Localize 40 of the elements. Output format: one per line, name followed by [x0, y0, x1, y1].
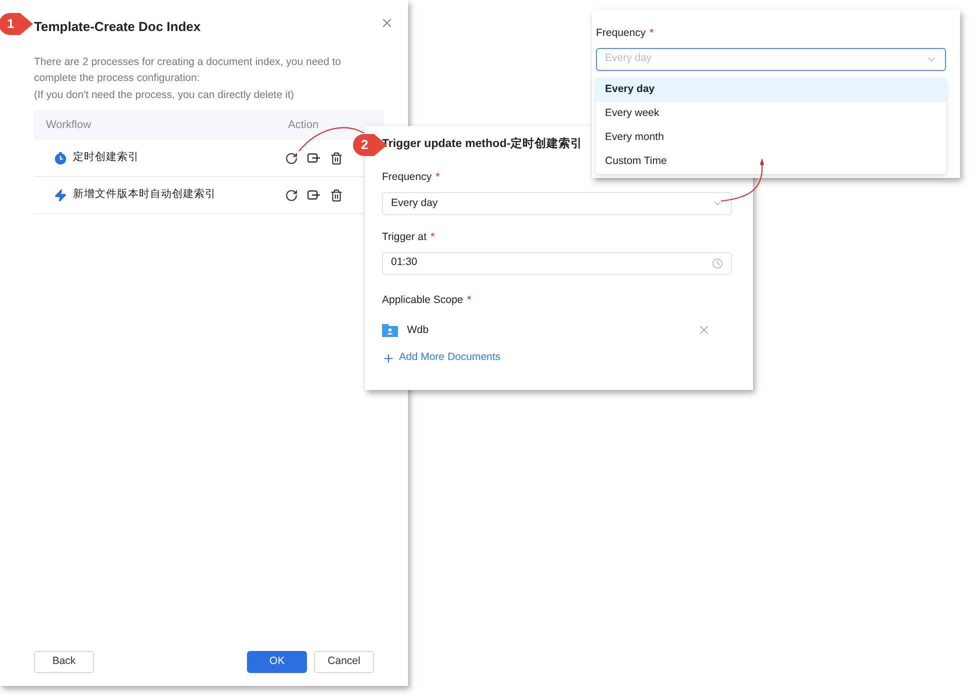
lightning-icon — [54, 188, 67, 202]
column-header: Action — [288, 118, 319, 133]
secondary-button[interactable]: Cancel — [314, 651, 374, 673]
field-label: Frequency — [382, 170, 432, 186]
menu-option[interactable]: Every month — [596, 126, 946, 150]
connector-arrow — [720, 158, 764, 202]
field-label: Frequency — [596, 26, 646, 41]
field-label: Trigger at — [382, 230, 427, 245]
description-text: There are 2 processes for creating a document index, you need to complete the process configuration: — [34, 54, 342, 86]
required-mark: * — [436, 170, 440, 186]
plus-icon — [382, 352, 395, 365]
clock-icon — [54, 152, 67, 164]
time-field[interactable]: 01:30 — [382, 252, 732, 275]
edit-box-icon[interactable] — [307, 189, 321, 201]
workflow-name: 定时创建索引 — [73, 150, 140, 166]
secondary-button[interactable]: Back — [34, 651, 94, 673]
document-name: Wdb — [407, 322, 430, 338]
refresh-icon[interactable] — [285, 188, 298, 202]
add-documents-link[interactable]: Add More Documents — [382, 350, 501, 366]
ok-button[interactable]: OK — [247, 651, 307, 673]
dialog-title: Template-Create Doc Index — [34, 18, 201, 36]
menu-option[interactable]: Custom Time — [596, 150, 946, 174]
clock-icon — [712, 258, 723, 269]
frequency-select[interactable]: Every day — [382, 192, 732, 215]
menu-option[interactable]: Every week — [596, 102, 946, 126]
column-header: Workflow — [46, 118, 92, 133]
trash-icon[interactable] — [330, 188, 343, 202]
required-mark: * — [650, 26, 654, 41]
refresh-icon[interactable] — [285, 152, 298, 164]
required-mark: * — [467, 292, 472, 308]
menu-option[interactable]: Every day — [596, 78, 946, 102]
trash-icon[interactable] — [330, 152, 343, 164]
edit-box-icon[interactable] — [307, 152, 321, 164]
folder-icon — [382, 323, 398, 338]
required-mark: * — [430, 230, 435, 245]
close-icon[interactable] — [380, 16, 394, 30]
callout-badge: 1 — [0, 12, 34, 36]
field-label: Applicable Scope — [382, 292, 464, 308]
note-text: (If you don't need the process, you can directly delete it) — [34, 88, 295, 102]
workflow-name: 新增文件版本时自动创建索引 — [73, 187, 217, 202]
